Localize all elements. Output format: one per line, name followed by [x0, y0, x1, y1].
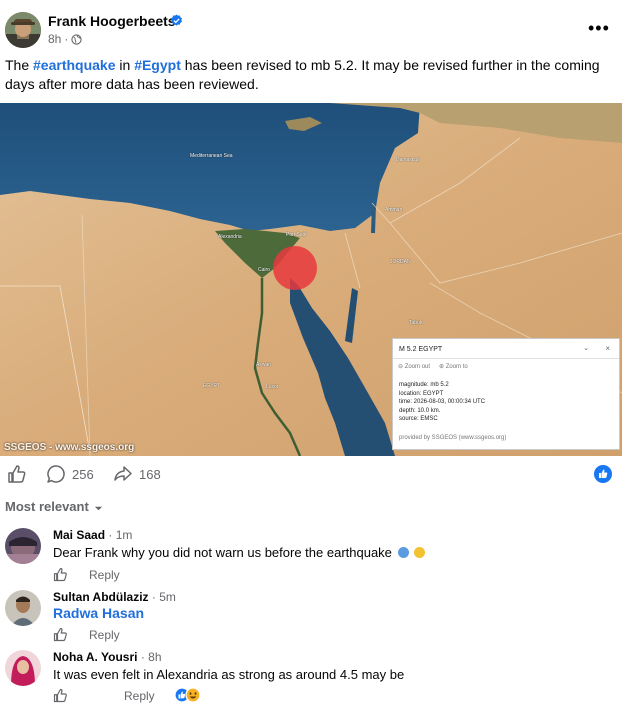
map-label-alexandria: Alexandria — [218, 234, 242, 240]
comment-text-content: Dear Frank why you did not warn us befor… — [53, 545, 392, 560]
earthquake-marker — [273, 246, 317, 290]
map-label-egypt: EGYPT — [203, 383, 220, 389]
comment-time[interactable]: 5m — [159, 590, 176, 604]
share-icon[interactable] — [113, 464, 133, 484]
map-label-cairo: Cairo — [258, 267, 270, 273]
author-avatar[interactable] — [5, 12, 41, 48]
comment-item: Mai Saad · 1m Dear Frank why you did not… — [0, 524, 622, 584]
hashtag-egypt[interactable]: #Egypt — [134, 57, 181, 73]
map-watermark: SSGEOS - www.ssgeos.org — [4, 442, 135, 453]
post-text-part: in — [115, 57, 135, 73]
map-label-luxor: Luxor — [266, 384, 279, 390]
zoom-out-label: Zoom out — [404, 364, 431, 370]
card-chevron-icon[interactable]: ⌄ — [583, 344, 589, 352]
map-label-port-said: Port Said — [286, 232, 307, 238]
detail-source: source: EMSC — [399, 416, 438, 422]
comment-icon[interactable] — [46, 464, 66, 484]
map-label-amman: Amman — [385, 207, 403, 213]
sad-face-emoji-icon — [414, 547, 426, 558]
comment-count[interactable]: 256 — [72, 467, 94, 482]
post-text-part: The — [5, 57, 34, 73]
reply-button[interactable]: Reply — [89, 628, 120, 642]
post-time[interactable]: 8h — [48, 32, 61, 46]
comment-time[interactable]: 8h — [148, 650, 161, 664]
more-options-icon[interactable]: ••• — [588, 18, 609, 38]
comment-time[interactable]: 1m — [116, 528, 133, 542]
meta-separator: · — [64, 32, 69, 46]
like-icon[interactable] — [7, 464, 27, 484]
detail-depth: depth: 10.0 km. — [399, 407, 441, 414]
post-action-bar: 256 168 — [0, 456, 622, 492]
globe-icon — [71, 33, 82, 45]
share-count[interactable]: 168 — [139, 467, 161, 482]
comment-like-icon[interactable] — [53, 627, 68, 642]
zoom-to-button[interactable]: ⊕ Zoom to — [439, 363, 468, 370]
comment-text: Dear Frank why you did not warn us befor… — [53, 545, 426, 560]
chevron-down-icon[interactable] — [94, 504, 103, 513]
like-reaction-icon[interactable] — [594, 465, 612, 483]
comment-sort-label[interactable]: Most relevant — [5, 499, 89, 514]
card-divider — [393, 358, 619, 359]
map-label-damascus: Damascus — [396, 157, 420, 163]
detail-time: time: 2026-08-03, 00:00:34 UTC — [399, 399, 486, 405]
zoom-out-button[interactable]: ⊖ Zoom out — [398, 363, 430, 370]
commenter-name-line: Noha A. Yousri · 8h — [53, 650, 162, 664]
comment-text: It was even felt in Alexandria as strong… — [53, 667, 405, 682]
anxious-face-emoji-icon — [397, 547, 409, 558]
comment-like-icon[interactable] — [53, 688, 68, 703]
detail-magnitude: magnitude: mb 5.2 — [399, 382, 449, 388]
zoom-to-label: Zoom to — [445, 364, 468, 370]
verified-badge-icon — [171, 14, 182, 26]
comment-item: Noha A. Yousri · 8h It was even felt in … — [0, 646, 622, 708]
commenter-avatar[interactable] — [5, 650, 41, 686]
reaction-summary-icon[interactable] — [174, 687, 204, 703]
post-meta: 8h · — [48, 32, 82, 46]
map-label-jordan: JORDAN — [390, 259, 411, 265]
map-label-aswan: Aswan — [256, 362, 272, 368]
card-title: M 5.2 EGYPT — [399, 346, 443, 353]
commenter-avatar[interactable] — [5, 528, 41, 564]
earthquake-info-card: M 5.2 EGYPT ⌄ × ⊖ Zoom out ⊕ Zoom to mag… — [392, 338, 620, 450]
hashtag-earthquake[interactable]: #earthquake — [33, 57, 115, 73]
map-label-sea: Mediterranean Sea — [190, 153, 233, 159]
reply-button[interactable]: Reply — [124, 689, 155, 703]
commenter-name-line: Sultan Abdülaziz · 5m — [53, 590, 176, 604]
commenter-avatar[interactable] — [5, 590, 41, 626]
comment-like-icon[interactable] — [53, 567, 68, 582]
commenter-name[interactable]: Mai Saad — [53, 528, 105, 542]
reply-button[interactable]: Reply — [89, 568, 120, 582]
post-header: Frank Hoogerbeets 8h · ••• — [0, 0, 622, 56]
comment-mention-link[interactable]: Radwa Hasan — [53, 605, 144, 621]
card-close-icon[interactable]: × — [605, 344, 610, 353]
card-provider: provided by SSGEOS (www.ssgeos.org) — [399, 435, 507, 441]
comment-item: Sultan Abdülaziz · 5m Radwa Hasan Reply — [0, 586, 622, 646]
map-label-tabuk: Tabuk — [409, 320, 423, 326]
commenter-name-line: Mai Saad · 1m — [53, 528, 133, 542]
detail-location: location: EGYPT — [399, 390, 444, 397]
author-name[interactable]: Frank Hoogerbeets — [48, 13, 176, 29]
post-text: The #earthquake in #Egypt has been revis… — [5, 56, 617, 94]
commenter-name[interactable]: Sultan Abdülaziz — [53, 590, 149, 604]
card-details: magnitude: mb 5.2 location: EGYPT time: … — [399, 381, 485, 424]
commenter-name[interactable]: Noha A. Yousri — [53, 650, 137, 664]
